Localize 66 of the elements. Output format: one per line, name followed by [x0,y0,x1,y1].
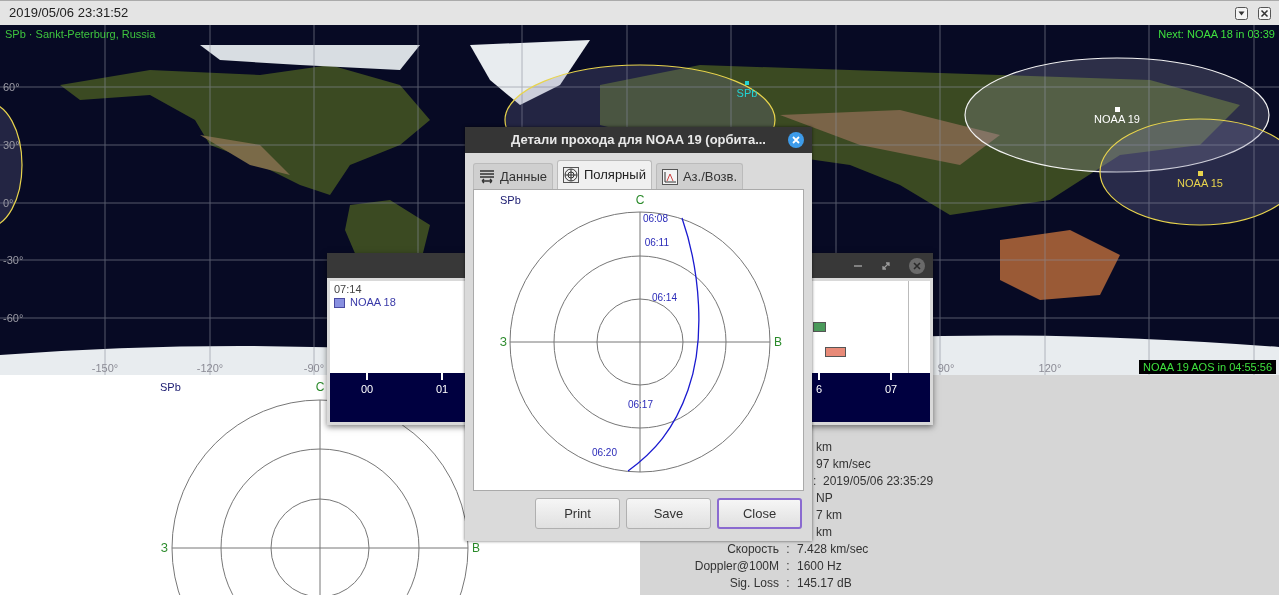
field-value: 7.428 km/sec [797,541,869,558]
chart-icon [661,168,678,185]
compass-label: З [160,541,168,555]
latitude-label: 30° [3,138,20,152]
station-label: SPb [160,381,181,393]
field-value: 2019/05/06 23:35:29 [823,473,934,490]
field-value: 145.17 dB [797,575,852,592]
field-value: 7 km [816,507,842,524]
hour-label: 00 [360,383,374,396]
hour-label: 6 [815,383,823,396]
longitude-label: 120° [1038,361,1062,375]
station-label: SPb [500,194,521,206]
field-separator: : [813,473,818,490]
window-title: 2019/05/06 23:31:52 [9,4,129,23]
longitude-label: -150° [91,361,119,375]
dialog-button[interactable]: Close [717,498,802,529]
longitude-label: -90° [303,361,325,375]
time-label: 06:14 [651,292,677,303]
legend-label: NOAA 18 [350,296,396,309]
field-label: Doppler@100M [693,558,779,575]
close-icon[interactable] [1258,6,1271,20]
latitude-label: -60° [3,311,24,325]
hour-label: 07 [884,383,898,396]
aos-countdown: NOAA 19 AOS in 04:55:56 [1138,360,1276,374]
field-separator: : [785,541,791,558]
compass-label: В [472,541,480,555]
time-label: 07:14 [334,283,362,296]
compass-label: В [774,335,782,349]
object-label: NOAA 15 [1177,177,1223,190]
latitude-label: -30° [3,253,24,267]
longitude-label: 90° [937,361,955,375]
object-label: SPb [736,87,758,100]
field-value: km [816,439,832,456]
latitude-label: 60° [3,80,20,94]
field-value: 97 km/sec [816,456,871,473]
location-label: SPb · Sankt-Peterburg, Russia [5,27,156,42]
next-pass-label: Next: NOAA 18 in 03:39 [1158,27,1275,42]
dialog-title: Детали прохода для NOAA 19 (орбита... [511,131,766,150]
longitude-label: -120° [196,361,224,375]
time-label: 06:17 [627,399,653,410]
latitude-label: 0° [3,196,14,210]
field-separator: : [785,575,791,592]
compass-label: С [635,193,645,207]
field-value: 1600 Hz [797,558,842,575]
field-separator: : [785,558,791,575]
dialog-button[interactable]: Print [535,498,620,529]
dialog-button[interactable]: Save [626,498,711,529]
object-label: NOAA 19 [1094,113,1140,126]
close-icon[interactable] [788,132,804,148]
dropdown-icon[interactable] [1235,6,1248,20]
target-icon [562,167,579,183]
tab[interactable]: Полярный [556,160,652,189]
compass-label: З [499,335,507,349]
maximize-icon[interactable] [881,260,891,271]
compass-label: С [315,380,325,394]
list-icon [479,168,495,185]
tab[interactable]: Аз./Возв. [655,163,743,189]
field-label: Sig. Loss [728,575,779,592]
time-label: 06:08 [642,213,668,224]
field-label: Скорость [726,541,779,558]
hour-label: 01 [435,383,449,396]
time-label: 06:20 [591,447,617,458]
tab[interactable]: Данные [473,163,553,189]
field-value: km [816,524,832,541]
field-value: NP [816,490,833,507]
time-label: 06:11 [644,237,669,248]
